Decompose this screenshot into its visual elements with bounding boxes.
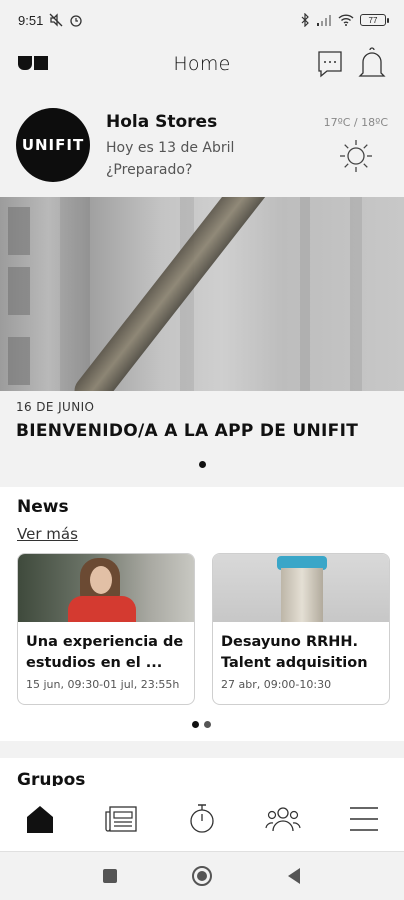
back-button[interactable] (279, 861, 309, 891)
notifications-button[interactable] (354, 46, 390, 82)
status-time: 9:51 (18, 12, 44, 28)
hero-date: 16 DE JUNIO (16, 400, 95, 414)
back-triangle-icon (288, 868, 300, 884)
signal-icon (317, 15, 331, 26)
news-section: News Ver más Una experiencia de estudios… (0, 487, 404, 741)
news-card[interactable]: Desayuno RRHH. Talent adquisition 27 abr… (212, 553, 390, 705)
hero-photo-detail (300, 197, 310, 391)
news-pager (192, 721, 211, 728)
news-card-image (213, 554, 389, 622)
hero-photo-detail (350, 197, 362, 391)
news-card-title: Desayuno RRHH. Talent adquisition (221, 634, 368, 671)
battery-level: 77 (368, 15, 378, 25)
recent-apps-button[interactable] (95, 861, 125, 891)
circle-icon (192, 866, 212, 886)
battery-icon: 77 (360, 14, 389, 26)
menu-icon (349, 806, 378, 831)
bell-icon (358, 47, 386, 77)
greeting-panel: UNIFIT Hola Stores Hoy es 13 de Abril ¿P… (0, 100, 404, 196)
greeting-question: ¿Preparado? (106, 162, 193, 178)
home-system-button[interactable] (187, 861, 217, 891)
hero-photo-detail (8, 267, 30, 315)
nav-timer[interactable] (180, 797, 224, 841)
hero-banner[interactable] (0, 197, 404, 391)
news-card-date: 15 jun, 09:30-01 jul, 23:55h (26, 678, 180, 691)
status-right: 77 (300, 13, 389, 27)
wifi-icon (338, 14, 354, 26)
mute-icon (49, 13, 63, 27)
system-navigation-bar (0, 852, 404, 900)
bottom-navigation (0, 786, 404, 852)
messages-button[interactable] (312, 46, 348, 82)
bluetooth-icon (301, 13, 309, 27)
news-title: News (17, 497, 69, 517)
brand-logo-small[interactable] (18, 56, 50, 70)
news-card-date: 27 abr, 09:00-10:30 (221, 678, 332, 691)
hero-photo-rope (68, 197, 281, 391)
pager-dot (204, 721, 211, 728)
news-card-image-detail (281, 568, 323, 622)
brand-logo: UNIFIT (16, 108, 90, 182)
greeting-date: Hoy es 13 de Abril (106, 140, 235, 156)
hero-title[interactable]: BIENVENIDO/A A LA APP DE UNIFIT (16, 421, 358, 441)
news-card-image-detail (90, 566, 112, 594)
carousel-indicator (199, 461, 206, 468)
sun-icon (340, 140, 372, 172)
nav-groups[interactable] (261, 797, 305, 841)
page-title: Home (173, 53, 231, 75)
nav-home[interactable] (18, 797, 62, 841)
news-card-title: Una experiencia de estudios en el ... (26, 634, 184, 671)
chat-icon (318, 51, 342, 78)
news-card-image-detail (68, 596, 136, 622)
home-icon (27, 805, 54, 833)
groups-icon (265, 806, 301, 831)
stopwatch-icon (190, 803, 214, 833)
alarm-icon (70, 15, 82, 27)
hero-photo-detail (60, 197, 90, 391)
status-bar: 9:51 77 (0, 0, 404, 40)
news-icon (105, 805, 137, 832)
news-card-image (18, 554, 194, 622)
app-header: Home (0, 40, 404, 88)
news-more-link[interactable]: Ver más (17, 525, 78, 543)
temperature: 17ºC / 18ºC (323, 116, 388, 129)
hero-photo-detail (8, 207, 30, 255)
square-icon (103, 869, 117, 883)
pager-dot-active (192, 721, 199, 728)
news-card[interactable]: Una experiencia de estudios en el ... 15… (17, 553, 195, 705)
nav-menu[interactable] (342, 797, 386, 841)
greeting-name: Hola Stores (106, 112, 218, 132)
status-left: 9:51 (18, 13, 83, 28)
hero-photo-detail (8, 337, 30, 385)
nav-news[interactable] (99, 797, 143, 841)
